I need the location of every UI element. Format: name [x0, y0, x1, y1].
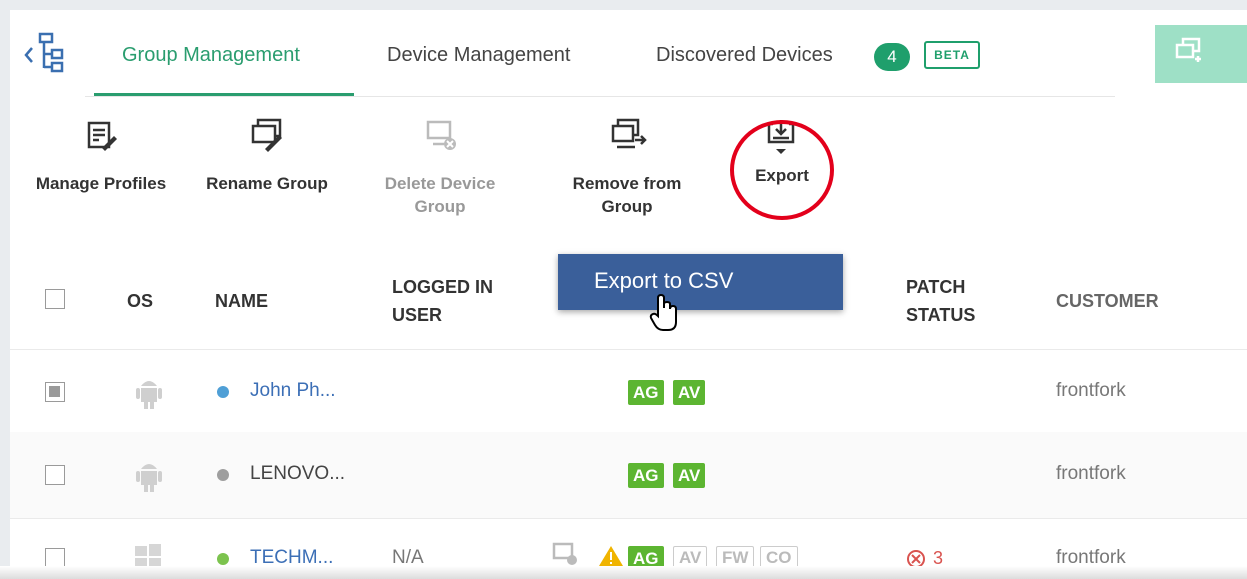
profiles-icon: [87, 121, 117, 151]
window-frame-left: [0, 0, 10, 579]
remove-from-group-icon: [611, 118, 647, 149]
customer-cell: frontfork: [1056, 463, 1126, 484]
status-dot: [217, 553, 229, 565]
column-header-os[interactable]: OS: [127, 287, 153, 315]
row-checkbox[interactable]: [45, 382, 65, 402]
device-name[interactable]: LENOVO...: [250, 463, 345, 485]
torn-edge: [0, 566, 1247, 579]
status-dot: [217, 386, 229, 398]
tag-av: AV: [673, 380, 706, 405]
device-group-icon: [552, 542, 577, 565]
export-to-csv-menu-item[interactable]: Export to CSV: [594, 268, 733, 294]
discovered-count-badge: 4: [874, 43, 910, 71]
column-header-customer[interactable]: CUSTOMER: [1056, 287, 1159, 315]
status-dot: [217, 469, 229, 481]
beta-badge: BETA: [924, 41, 980, 69]
row-divider: [10, 518, 1247, 519]
row-checkbox[interactable]: [45, 548, 65, 568]
manage-profiles-label: Manage Profiles: [35, 174, 167, 193]
rename-group-label: Rename Group: [206, 174, 328, 193]
tab-discovered-devices[interactable]: Discovered Devices: [656, 44, 833, 67]
hand-cursor-icon: [649, 293, 677, 331]
android-icon: [136, 381, 162, 409]
rename-group-icon: [251, 118, 282, 152]
export-highlight-circle: [730, 120, 834, 220]
rename-group-button[interactable]: Rename Group: [200, 118, 334, 195]
group-tree-toggle[interactable]: [22, 30, 72, 74]
tab-divider: [85, 96, 1115, 97]
window-frame-top: [0, 0, 1247, 10]
header-divider: [10, 349, 1247, 350]
column-header-name[interactable]: NAME: [215, 287, 268, 315]
remove-from-group-label: Remove from Group: [572, 174, 682, 216]
row-checkbox[interactable]: [45, 465, 65, 485]
tab-group-management[interactable]: Group Management: [122, 44, 300, 67]
device-name-link[interactable]: John Ph...: [250, 380, 336, 402]
delete-device-group-button[interactable]: Delete Device Group: [373, 118, 507, 218]
remove-from-group-button[interactable]: Remove from Group: [562, 118, 692, 218]
select-all-checkbox[interactable]: [45, 289, 65, 309]
tab-device-management[interactable]: Device Management: [387, 44, 570, 67]
devices-icon: [1175, 37, 1201, 62]
column-header-patch-status[interactable]: PATCH STATUS: [906, 273, 975, 329]
export-dropdown-menu: Export to CSV: [558, 254, 843, 310]
customer-cell: frontfork: [1056, 380, 1126, 401]
android-icon: [136, 464, 162, 492]
warning-icon: [599, 546, 623, 566]
tree-icon: [24, 32, 64, 73]
tag-av: AV: [673, 463, 706, 488]
windows-icon: [135, 544, 161, 568]
tag-ag: AG: [628, 380, 664, 405]
delete-device-group-icon: [426, 120, 456, 150]
delete-device-group-label: Delete Device Group: [384, 174, 496, 216]
manage-profiles-button[interactable]: Manage Profiles: [28, 118, 174, 195]
column-header-logged-in-user[interactable]: LOGGED IN USER: [392, 273, 493, 329]
add-device-button[interactable]: [1155, 25, 1247, 83]
tag-ag: AG: [628, 463, 664, 488]
